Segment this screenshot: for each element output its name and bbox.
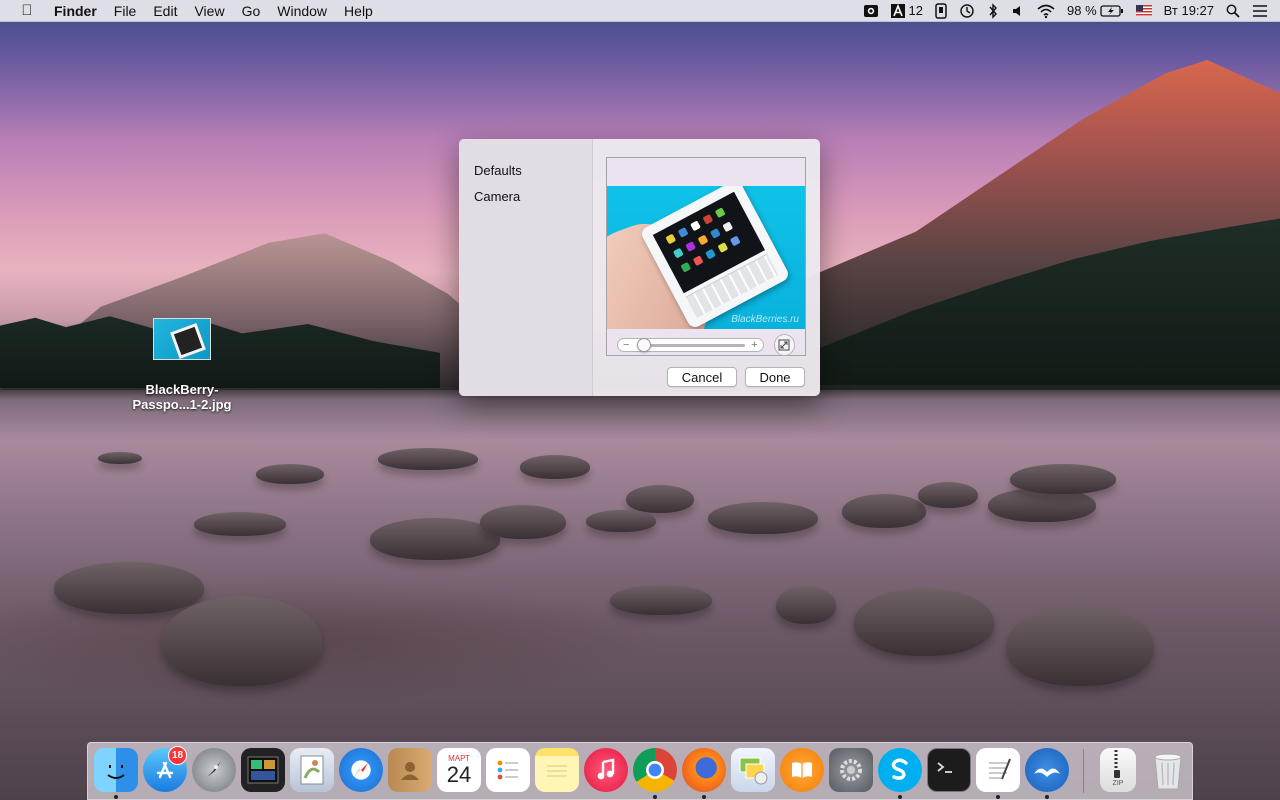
safari-icon[interactable] — [339, 748, 383, 792]
wallpaper-rock — [378, 448, 478, 470]
calendar-icon[interactable]: МАРТ 24 — [437, 748, 481, 792]
bluetooth-icon[interactable] — [987, 0, 999, 22]
preview-watermark: BlackBerries.ru — [731, 314, 799, 325]
wallpaper-rock — [586, 510, 656, 532]
finder-icon[interactable] — [94, 748, 138, 792]
image-preview-frame: BlackBerries.ru − + — [606, 157, 806, 356]
contacts-icon[interactable] — [388, 748, 432, 792]
crop-button[interactable] — [773, 334, 795, 356]
menu-view[interactable]: View — [194, 3, 224, 19]
zoom-controls: − + — [617, 334, 795, 356]
dock: МАРТ 24 ZIP — [87, 742, 1193, 800]
notification-center-icon[interactable] — [1252, 0, 1268, 22]
text-a-icon — [890, 3, 905, 18]
trash-icon[interactable] — [1146, 748, 1190, 792]
app-store-badge: 18 — [168, 746, 188, 765]
wallpaper-rock — [256, 464, 324, 484]
picture-source-sidebar: Defaults Camera — [459, 139, 593, 396]
status-area: 12 98 % Вт 19:27 — [851, 0, 1280, 22]
wifi-icon[interactable] — [1037, 0, 1055, 22]
battery-charging-icon — [1100, 4, 1123, 17]
font-size-value: 12 — [908, 3, 924, 18]
sidebar-item-camera[interactable]: Camera — [459, 189, 592, 215]
wallpaper-rock — [1010, 464, 1116, 494]
wallpaper-rock — [480, 505, 566, 539]
firefox-icon[interactable] — [682, 748, 726, 792]
us-flag-icon[interactable] — [1135, 0, 1152, 22]
clock[interactable]: Вт 19:27 — [1164, 0, 1214, 22]
textedit-icon[interactable] — [976, 748, 1020, 792]
cancel-button[interactable]: Cancel — [667, 367, 737, 387]
running-indicator — [702, 795, 706, 799]
zoom-slider-knob[interactable] — [637, 338, 651, 352]
itunes-icon[interactable] — [584, 748, 628, 792]
running-indicator — [114, 795, 118, 799]
photo-booth-icon[interactable] — [731, 748, 775, 792]
done-button[interactable]: Done — [745, 367, 805, 387]
calendar-day: 24 — [446, 762, 472, 787]
zoom-slider[interactable]: − + — [617, 338, 764, 352]
desktop-file-label: BlackBerry-Passpo...1-2.jpg — [132, 382, 232, 412]
wallpaper-rock — [626, 485, 694, 513]
font-size-status[interactable]: 12 — [890, 0, 924, 22]
wallpaper-rock — [194, 512, 286, 536]
battery-status[interactable]: 98 % — [1067, 0, 1124, 22]
menu-window[interactable]: Window — [277, 3, 327, 19]
crop-icon — [778, 339, 790, 351]
openoffice-icon[interactable] — [1025, 748, 1069, 792]
wallpaper-rock — [842, 494, 926, 528]
wallpaper-rock — [162, 596, 322, 686]
wallpaper-rock — [776, 586, 836, 624]
notes-icon[interactable] — [535, 748, 579, 792]
chrome-icon[interactable] — [633, 748, 677, 792]
reminders-icon[interactable] — [486, 748, 530, 792]
phone-sync-icon[interactable] — [935, 0, 947, 22]
wallpaper-rock — [610, 585, 712, 615]
menu-app-finder[interactable]: Finder — [54, 3, 97, 19]
preview-image[interactable]: BlackBerries.ru — [607, 186, 805, 329]
spotlight-search-icon[interactable] — [1226, 0, 1240, 22]
zip-archive-icon[interactable]: ZIP — [1100, 748, 1136, 792]
running-indicator — [898, 795, 902, 799]
time-machine-icon[interactable] — [959, 0, 975, 22]
mission-control-icon[interactable] — [241, 748, 285, 792]
screenshot-app-icon[interactable] — [863, 0, 879, 22]
wallpaper-rock — [520, 455, 590, 479]
zoom-out-icon: − — [623, 339, 630, 351]
skype-icon[interactable] — [878, 748, 922, 792]
wallpaper-rock — [918, 482, 978, 508]
menu-edit[interactable]: Edit — [153, 3, 177, 19]
zoom-in-icon: + — [751, 339, 758, 351]
terminal-icon[interactable] — [927, 748, 971, 792]
volume-icon[interactable] — [1011, 0, 1025, 22]
wallpaper-rock — [1006, 606, 1154, 686]
sidebar-item-defaults[interactable]: Defaults — [459, 163, 592, 189]
wallpaper-rock — [854, 588, 994, 656]
battery-percent: 98 % — [1067, 3, 1097, 18]
zip-label: ZIP — [1112, 780, 1124, 787]
preview-app-icon[interactable] — [290, 748, 334, 792]
system-preferences-icon[interactable] — [829, 748, 873, 792]
menu-help[interactable]: Help — [344, 3, 373, 19]
menu-file[interactable]: File — [114, 3, 137, 19]
picture-picker-dialog: Defaults Camera BlackBerries.ru − + Canc… — [459, 139, 820, 396]
menu-go[interactable]: Go — [242, 3, 261, 19]
ibooks-icon[interactable] — [780, 748, 824, 792]
desktop-file-icon[interactable]: BlackBerry-Passpo...1-2.jpg — [122, 318, 242, 412]
running-indicator — [996, 795, 1000, 799]
image-thumbnail — [153, 318, 211, 360]
wallpaper-rock — [98, 452, 142, 464]
launchpad-icon[interactable] — [192, 748, 236, 792]
apple-menu-icon[interactable]:  — [18, 2, 36, 19]
wallpaper-rock — [708, 502, 818, 534]
dock-separator — [1083, 749, 1084, 793]
running-indicator — [1045, 795, 1049, 799]
menu-bar:  Finder File Edit View Go Window Help 1… — [0, 0, 1280, 22]
wallpaper-rock — [54, 562, 204, 614]
running-indicator — [653, 795, 657, 799]
